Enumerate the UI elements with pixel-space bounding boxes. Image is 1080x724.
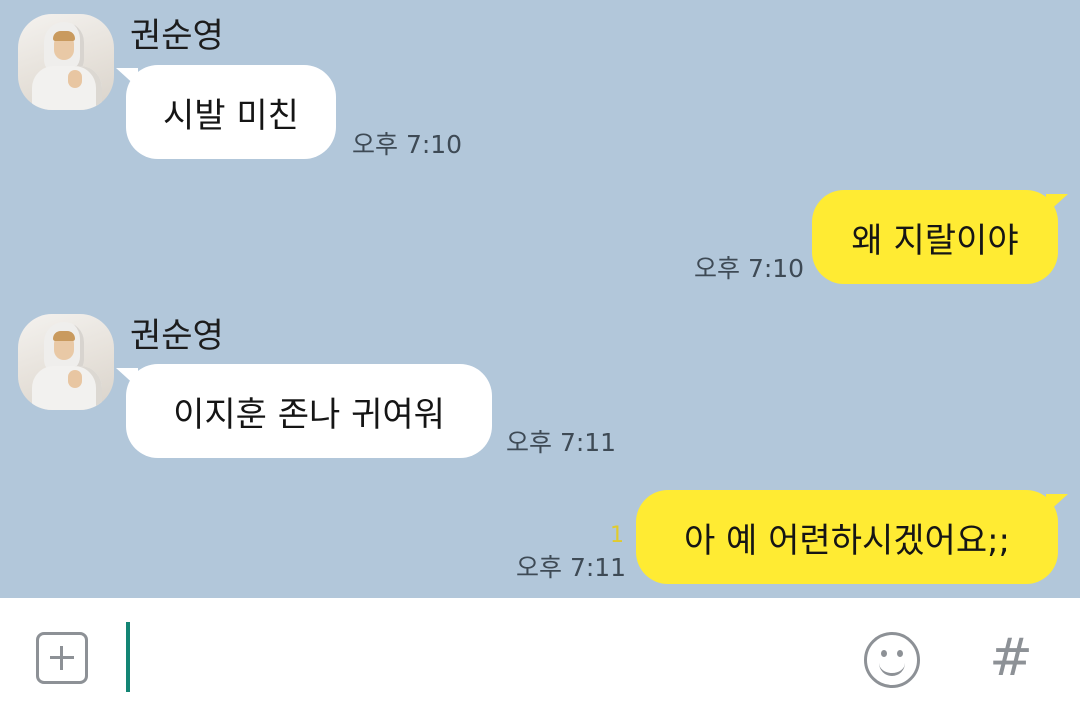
message-time: 오후 7:11 — [516, 553, 627, 582]
message-bubble-incoming[interactable]: 이지훈 존나 귀여워 — [126, 364, 492, 458]
smiley-icon[interactable] — [864, 632, 920, 688]
bubble-tail — [1046, 194, 1068, 214]
message-time: 오후 7:10 — [352, 130, 463, 159]
plus-box-icon[interactable] — [36, 632, 88, 684]
text-caret — [126, 622, 130, 692]
message-time: 오후 7:11 — [506, 428, 617, 457]
bubble-tail — [1046, 494, 1068, 514]
unread-count: 1 — [610, 523, 624, 548]
message-bubble-incoming[interactable]: 시발 미친 — [126, 65, 336, 159]
message-time: 오후 7:10 — [694, 254, 805, 283]
sender-avatar[interactable] — [18, 14, 114, 110]
hash-icon[interactable]: # — [986, 628, 1036, 688]
message-bubble-outgoing[interactable]: 아 예 어련하시겠어요;; — [636, 490, 1058, 584]
chat-area: 권순영 시발 미친 오후 7:10 왜 지랄이야 오후 7:10 권순영 이지훈… — [0, 0, 1080, 598]
sender-name: 권순영 — [130, 16, 224, 56]
message-input-bar: # — [0, 598, 1080, 724]
message-input[interactable] — [120, 618, 840, 704]
message-bubble-outgoing[interactable]: 왜 지랄이야 — [812, 190, 1058, 284]
sender-name: 권순영 — [130, 316, 224, 356]
sender-avatar[interactable] — [18, 314, 114, 410]
